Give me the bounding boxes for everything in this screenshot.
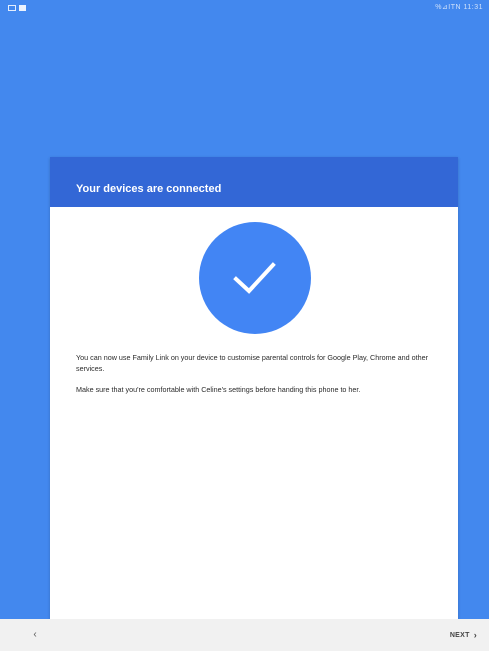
folder-icon: [19, 5, 26, 11]
chevron-right-icon: ›: [473, 630, 477, 640]
card-body: You can now use Family Link on your devi…: [76, 352, 441, 405]
bottom-navigation-bar: ‹ NEXT ›: [0, 619, 489, 651]
status-indicators: %⊿ITN 11:31: [435, 4, 483, 11]
card-header: Your devices are connected: [50, 157, 458, 207]
next-label: NEXT: [449, 631, 470, 639]
gallery-icon: [8, 5, 16, 11]
checkmark-icon: [233, 262, 276, 294]
success-circle: [199, 222, 311, 334]
status-icons-left: [8, 5, 26, 11]
warning-paragraph: Make sure that you're comfortable with C…: [76, 385, 361, 394]
info-paragraph: You can now use Family Link on your devi…: [76, 353, 428, 373]
connected-card: Your devices are connected You can now u…: [50, 157, 458, 619]
next-button[interactable]: NEXT ›: [450, 627, 477, 643]
back-button[interactable]: ‹: [28, 627, 42, 643]
card-title: Your devices are connected: [76, 183, 222, 195]
status-bar: %⊿ITN 11:31: [0, 0, 489, 18]
